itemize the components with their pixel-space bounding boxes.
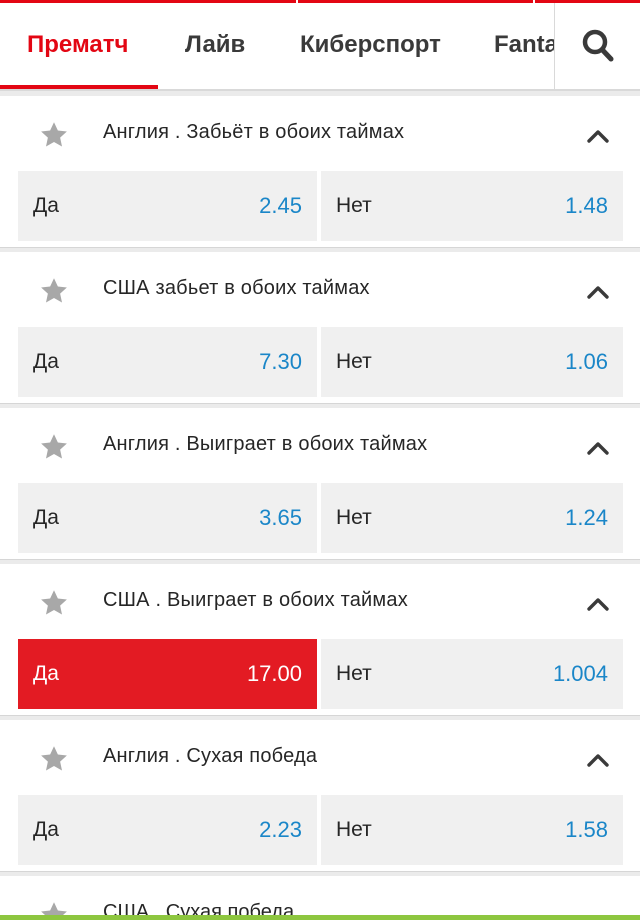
odd-button-no[interactable]: Нет 1.58 — [321, 795, 623, 865]
market-title: США . Выиграет в обоих таймах — [103, 589, 408, 611]
tab-prematch-label: Прематч — [27, 31, 129, 58]
odd-button-no[interactable]: Нет 1.48 — [321, 171, 623, 241]
market-card: США . Выиграет в обоих таймах Да 17.00 Нет 1… — [0, 564, 640, 716]
odd-value: 7.30 — [259, 349, 302, 374]
market-card: Англия . Забьёт в обоих таймах Да 2.45 Нет 1… — [0, 96, 640, 248]
market-card: США забьет в обоих таймах Да 7.30 Нет 1.06 — [0, 252, 640, 404]
odd-button-yes[interactable]: Да 3.65 — [18, 483, 317, 553]
market-list: Англия . Забьёт в обоих таймах Да 2.45 Нет 1… — [0, 96, 640, 920]
market-card: Англия . Выиграет в обоих таймах Да 3.65 Не… — [0, 408, 640, 560]
star-icon[interactable] — [39, 432, 69, 462]
odd-label: Да — [33, 350, 59, 373]
chevron-up-icon[interactable] — [586, 440, 610, 456]
odd-button-yes[interactable]: Да 2.23 — [18, 795, 317, 865]
market-card: Англия . Сухая победа Да 2.23 Нет 1.58 — [0, 720, 640, 872]
star-icon[interactable] — [39, 276, 69, 306]
odd-button-no[interactable]: Нет 1.06 — [321, 327, 623, 397]
market-title: Англия . Сухая победа — [103, 745, 318, 767]
odd-label: Нет — [336, 662, 372, 685]
tab-esports-label: Киберспорт — [300, 31, 441, 58]
odd-label: Да — [33, 506, 59, 529]
chevron-up-icon[interactable] — [586, 128, 610, 144]
chevron-up-icon[interactable] — [586, 596, 610, 612]
star-icon[interactable] — [39, 120, 69, 150]
odd-label: Да — [33, 662, 59, 685]
star-icon[interactable] — [39, 744, 69, 774]
odd-value: 3.65 — [259, 505, 302, 530]
odd-button-no[interactable]: Нет 1.004 — [321, 639, 623, 709]
chevron-up-icon[interactable] — [586, 752, 610, 768]
tab-live-label: Лайв — [185, 31, 246, 58]
tab-esports[interactable]: Киберспорт — [300, 3, 441, 89]
star-icon[interactable] — [39, 588, 69, 618]
market-title: Англия . Забьёт в обоих таймах — [103, 121, 405, 143]
odd-button-no[interactable]: Нет 1.24 — [321, 483, 623, 553]
odd-label: Нет — [336, 350, 372, 373]
odd-label: Нет — [336, 818, 372, 841]
tab-fantasy-label: Fanta — [494, 31, 555, 58]
odd-value: 2.45 — [259, 193, 302, 218]
top-navigation: Прематч Лайв Киберспорт Fanta — [0, 3, 640, 91]
search-button[interactable] — [554, 3, 640, 89]
tab-live[interactable]: Лайв — [185, 3, 245, 89]
odd-value: 1.004 — [552, 661, 608, 686]
odd-label: Нет — [336, 506, 372, 529]
odd-label: Да — [33, 818, 59, 841]
market-title: Англия . Выиграет в обоих таймах — [103, 433, 428, 455]
search-icon — [582, 29, 614, 62]
app-root: Прематч Лайв Киберспорт Fanta Англия . З… — [0, 0, 640, 920]
active-tab-indicator — [0, 85, 158, 89]
odd-button-yes[interactable]: Да 2.45 — [18, 171, 317, 241]
odd-value: 1.24 — [565, 505, 608, 530]
tab-fantasy[interactable]: Fanta — [494, 3, 555, 89]
chevron-up-icon[interactable] — [586, 284, 610, 300]
odd-value: 17.00 — [246, 661, 302, 686]
odd-value: 1.58 — [565, 817, 608, 842]
tab-prematch[interactable]: Прематч — [0, 3, 158, 89]
odd-value: 2.23 — [259, 817, 302, 842]
odd-label: Нет — [336, 194, 372, 217]
odd-button-yes[interactable]: Да 7.30 — [18, 327, 317, 397]
odd-label: Да — [33, 194, 59, 217]
market-card-partial: США . Сухая победа — [0, 876, 640, 920]
market-title: США забьет в обоих таймах — [103, 277, 370, 299]
tab-bar: Прематч Лайв Киберспорт Fanta — [0, 3, 555, 89]
odd-value: 1.48 — [565, 193, 608, 218]
bottom-progress-bar — [0, 915, 640, 920]
odd-value: 1.06 — [565, 349, 608, 374]
odd-button-yes[interactable]: Да 17.00 — [18, 639, 317, 709]
